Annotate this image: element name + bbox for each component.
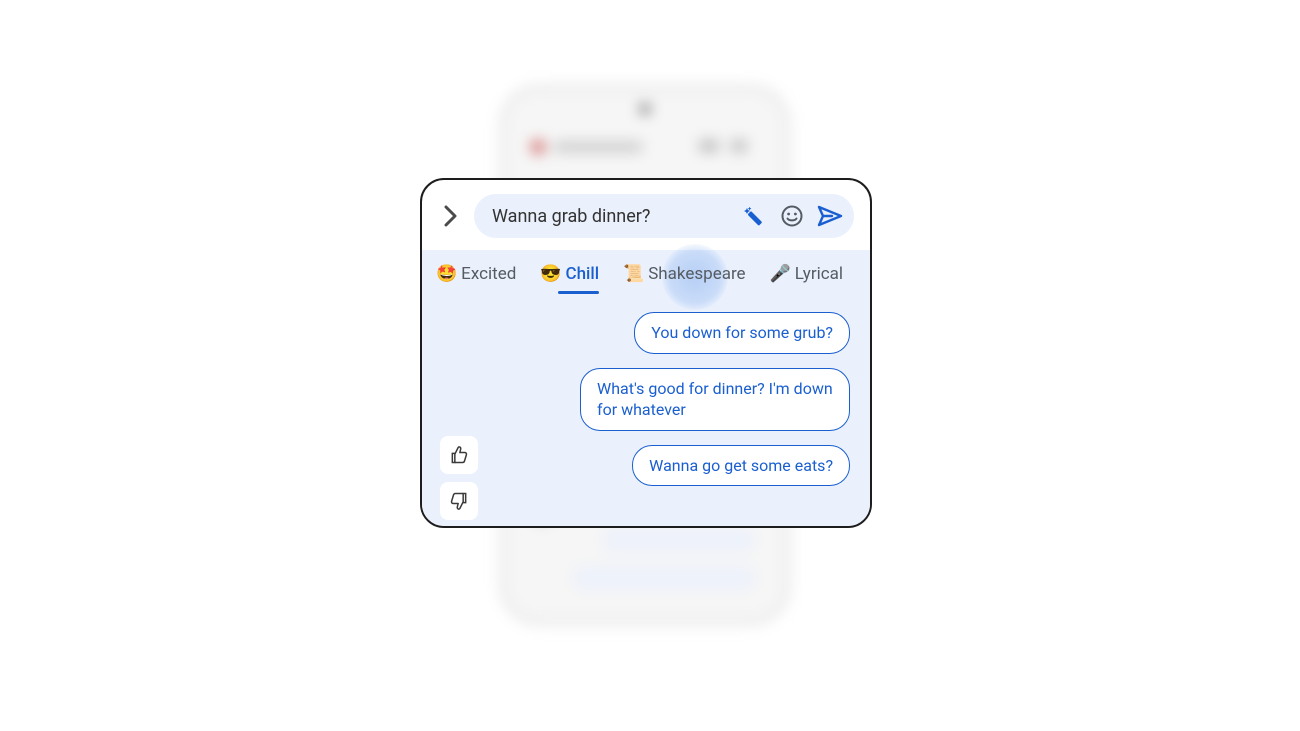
- tab-label: Excited: [461, 264, 516, 284]
- tab-label: Lyrical: [795, 264, 843, 284]
- emoji-button[interactable]: [778, 202, 806, 230]
- sunglasses-emoji-icon: 😎: [540, 264, 561, 284]
- suggestion-chip[interactable]: Wanna go get some eats?: [632, 445, 850, 487]
- tab-shakespeare[interactable]: 📜 Shakespeare: [623, 264, 746, 292]
- star-struck-emoji-icon: 🤩: [436, 264, 457, 284]
- chevron-right-icon: [443, 205, 459, 227]
- expand-chevron-button[interactable]: [436, 201, 466, 231]
- thumbs-up-icon: [449, 445, 469, 465]
- thumbs-up-button[interactable]: [440, 436, 478, 474]
- send-button[interactable]: [816, 202, 844, 230]
- tab-chill[interactable]: 😎 Chill: [540, 264, 599, 292]
- thumbs-down-icon: [449, 491, 469, 511]
- magic-compose-popup: Wanna grab dinner?: [420, 178, 872, 528]
- compose-text: Wanna grab dinner?: [492, 206, 730, 227]
- tab-label: Shakespeare: [648, 264, 745, 284]
- suggestion-list: You down for some grub? What's good for …: [580, 312, 850, 486]
- suggestion-text: You down for some grub?: [651, 323, 833, 342]
- tab-lyrical[interactable]: 🎤 Lyrical: [770, 264, 843, 292]
- tab-label: Chill: [565, 264, 599, 284]
- microphone-emoji-icon: 🎤: [770, 264, 791, 284]
- tone-tabs: 🤩 Excited 😎 Chill 📜 Shakespeare 🎤 Lyrica…: [422, 260, 870, 292]
- suggestions-panel: 🤩 Excited 😎 Chill 📜 Shakespeare 🎤 Lyrica…: [422, 250, 870, 528]
- suggestion-text: What's good for dinner? I'm down for wha…: [597, 379, 833, 420]
- magic-wand-icon: [742, 204, 766, 228]
- scroll-emoji-icon: 📜: [623, 264, 644, 284]
- suggestion-chip[interactable]: What's good for dinner? I'm down for wha…: [580, 368, 850, 431]
- send-icon: [817, 204, 843, 228]
- feedback-buttons: [440, 436, 478, 520]
- suggestion-chip[interactable]: You down for some grub?: [634, 312, 850, 354]
- magic-rewrite-button[interactable]: [740, 202, 768, 230]
- thumbs-down-button[interactable]: [440, 482, 478, 520]
- compose-row: Wanna grab dinner?: [422, 180, 870, 250]
- compose-input-pill[interactable]: Wanna grab dinner?: [474, 194, 854, 238]
- emoji-smile-icon: [780, 204, 804, 228]
- suggestion-text: Wanna go get some eats?: [649, 456, 833, 475]
- tab-excited[interactable]: 🤩 Excited: [436, 264, 516, 292]
